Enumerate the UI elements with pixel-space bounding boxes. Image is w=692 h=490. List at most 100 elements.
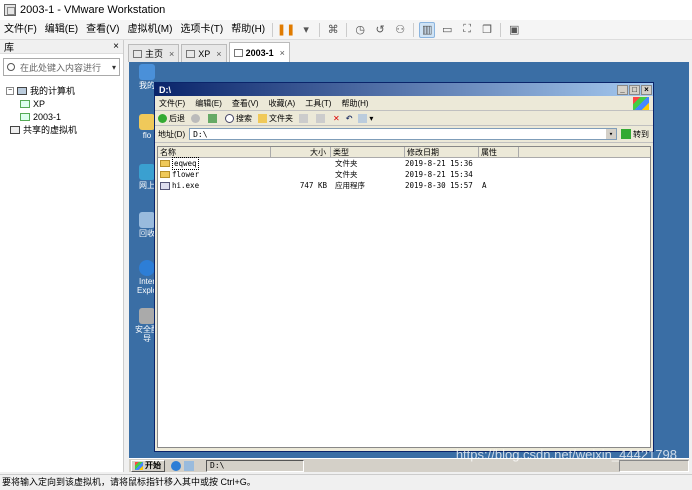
copy-to-button[interactable]: [316, 113, 327, 123]
up-button[interactable]: [208, 113, 219, 123]
file-attr: [479, 158, 519, 169]
tree-item-xp[interactable]: XP: [6, 97, 123, 110]
library-search-input[interactable]: 在此处键入内容进行 ▾: [3, 58, 120, 76]
undo-button[interactable]: ↶: [346, 114, 353, 123]
status-bar: 要将输入定向到该虚拟机，请将鼠标指针移入其中或按 Ctrl+G。: [0, 474, 692, 490]
show-library-icon[interactable]: ▥: [419, 21, 436, 38]
host-menu-bar: 文件(F) 编辑(E) 查看(V) 虚拟机(M) 选项卡(T) 帮助(H) ❚❚…: [0, 20, 692, 40]
tree-item-shared-vms[interactable]: 共享的虚拟机: [6, 123, 123, 136]
close-icon[interactable]: ×: [641, 84, 652, 95]
tree-item-my-computer[interactable]: − 我的计算机: [6, 84, 123, 97]
menu-edit[interactable]: 编辑(E): [41, 20, 82, 40]
tab-label: 主页: [145, 49, 164, 59]
desktop-icon-label: flo: [142, 131, 152, 140]
explorer-title: D:\: [159, 84, 171, 95]
console-view-icon[interactable]: ▣: [506, 22, 522, 38]
explorer-menu-help[interactable]: 帮助(H): [341, 98, 368, 109]
back-button[interactable]: 后退: [158, 113, 185, 124]
send-ctrl-alt-del-icon[interactable]: ⌘: [325, 22, 341, 38]
tree-item-label: 我的计算机: [30, 86, 76, 96]
menu-view[interactable]: 查看(V): [82, 20, 123, 40]
column-date[interactable]: 修改日期: [405, 147, 479, 157]
file-row[interactable]: hi.exe 747 KB 应用程序 2019-8-30 15:57 A: [158, 180, 650, 191]
close-icon[interactable]: ×: [113, 41, 119, 52]
folders-button[interactable]: 文件夹: [258, 113, 293, 124]
file-row[interactable]: eqweq 文件夹 2019-8-21 15:36: [158, 157, 650, 170]
views-button[interactable]: ▾: [358, 113, 374, 123]
up-folder-icon: [208, 113, 217, 123]
tree-item-2003-1[interactable]: 2003-1: [6, 110, 123, 123]
address-label: 地址(D): [158, 129, 186, 139]
quick-launch-ie-icon[interactable]: [171, 460, 181, 471]
chevron-down-icon[interactable]: ▾: [606, 129, 616, 139]
thumbnail-bar-icon[interactable]: ▭: [439, 22, 455, 38]
search-button[interactable]: 搜索: [225, 113, 252, 124]
collapse-icon[interactable]: −: [6, 86, 14, 95]
address-input[interactable]: D:\ ▾: [189, 128, 617, 140]
delete-button[interactable]: ✕: [333, 114, 340, 123]
folder-icon: [258, 113, 267, 123]
library-header: 库 ×: [0, 40, 123, 54]
chevron-down-icon[interactable]: ▾: [298, 22, 314, 38]
file-row[interactable]: flower 文件夹 2019-8-21 15:34: [158, 169, 650, 180]
quick-launch-desktop-icon[interactable]: [184, 460, 194, 471]
minimize-icon[interactable]: _: [617, 84, 628, 95]
menu-help[interactable]: 帮助(H): [227, 20, 269, 40]
close-icon[interactable]: ×: [280, 48, 285, 58]
explorer-title-bar[interactable]: D:\ _ □ ×: [155, 83, 653, 96]
forward-arrow-icon: [191, 113, 200, 123]
tab-home[interactable]: 主页 ×: [128, 44, 180, 62]
taskbar-task-explorer[interactable]: D:\: [206, 459, 304, 472]
folders-label: 文件夹: [269, 113, 293, 123]
unity-icon[interactable]: ❐: [479, 22, 495, 38]
tab-2003-1[interactable]: 2003-1 ×: [228, 42, 290, 62]
explorer-menu-edit[interactable]: 编辑(E): [195, 98, 222, 109]
revert-snapshot-icon[interactable]: ↺: [372, 22, 388, 38]
explorer-menu-tools[interactable]: 工具(T): [305, 98, 331, 109]
maximize-icon[interactable]: □: [629, 84, 640, 95]
tree-item-label: XP: [33, 98, 46, 109]
explorer-menu-file[interactable]: 文件(F): [159, 98, 185, 109]
explorer-menu-view[interactable]: 查看(V): [232, 98, 259, 109]
pause-icon[interactable]: ❚❚: [277, 22, 295, 38]
menu-file[interactable]: 文件(F): [0, 20, 41, 40]
explorer-menu-favorites[interactable]: 收藏(A): [269, 98, 296, 109]
tab-xp[interactable]: XP ×: [181, 44, 227, 62]
column-attributes[interactable]: 属性: [479, 147, 519, 157]
toolbar-separator: [346, 22, 348, 37]
menu-vm[interactable]: 虚拟机(M): [123, 20, 176, 40]
start-button[interactable]: 开始: [131, 459, 165, 472]
forward-button[interactable]: [191, 113, 202, 123]
snapshot-icon[interactable]: ◷: [352, 22, 368, 38]
window-title: 2003-1 - VMware Workstation: [20, 4, 166, 16]
file-attr: A: [482, 181, 487, 190]
full-screen-icon[interactable]: ⛶: [459, 22, 475, 38]
undo-icon: ↶: [345, 113, 353, 123]
vmware-app-icon: [4, 4, 16, 16]
vm-icon: [20, 112, 30, 121]
vm-icon: [20, 99, 30, 108]
close-icon[interactable]: ×: [216, 49, 221, 59]
folder-icon: [160, 171, 170, 178]
close-icon[interactable]: ×: [169, 49, 174, 59]
tab-label: 2003-1: [245, 47, 274, 58]
file-name: hi.exe: [172, 181, 200, 190]
address-bar: 地址(D) D:\ ▾ 转到: [155, 126, 653, 143]
application-icon: [160, 181, 170, 190]
chevron-down-icon: ▾: [369, 113, 374, 123]
file-type: 文件夹: [335, 170, 358, 179]
guest-desktop[interactable]: 我的 flo 网上 回收 Inter Explo 安全配 导 D:\ _ □ ×…: [129, 62, 689, 472]
file-date: 2019-8-21 15:36: [405, 159, 473, 168]
desktop-icon-label: 我的: [139, 81, 155, 90]
move-to-button[interactable]: [299, 113, 310, 123]
file-name: flower: [172, 170, 200, 179]
column-size[interactable]: 大小: [271, 147, 331, 157]
go-button[interactable]: 转到: [621, 129, 649, 140]
snapshot-manager-icon[interactable]: ⚇: [392, 22, 408, 38]
go-label: 转到: [633, 129, 649, 139]
chevron-down-icon[interactable]: ▾: [112, 63, 116, 72]
copy-to-icon: [316, 113, 325, 123]
menu-tabs[interactable]: 选项卡(T): [176, 20, 227, 40]
column-type[interactable]: 类型: [331, 147, 405, 157]
column-name[interactable]: 名称: [158, 147, 271, 157]
